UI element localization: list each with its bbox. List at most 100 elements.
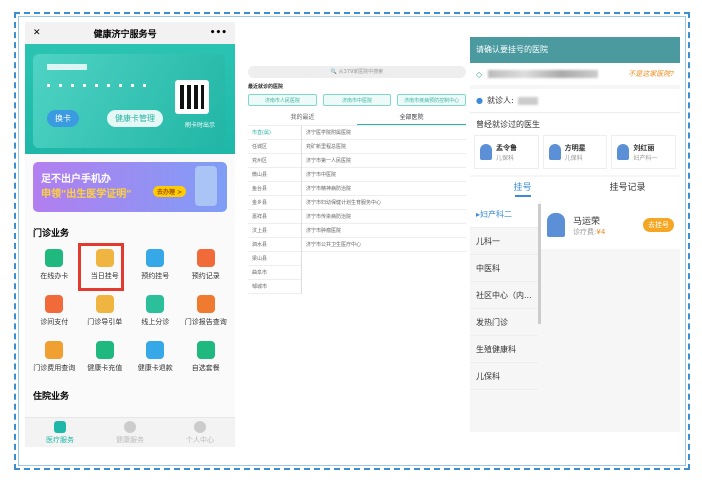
tab-register-records[interactable]: 挂号记录	[575, 177, 680, 201]
wechat-service-screen: ✕ 健康济宁服务号 ••• 换卡 健康卡管理 刷卡时出示 足不出户手机办 申领"…	[25, 22, 235, 447]
doctor-name: 马运荣	[573, 216, 601, 227]
service-icon	[146, 341, 165, 359]
district-item[interactable]: 邹城市	[248, 280, 301, 294]
hospital-select-screen: 🔍 从379家医院中搜索 最近就诊的医院 济南市人民医院 济南市中医院 济南市疾…	[248, 66, 466, 306]
department-item[interactable]: 生殖健康科	[470, 336, 538, 363]
department-item[interactable]: 发热门诊	[470, 309, 538, 336]
service-icon	[45, 341, 64, 359]
district-item[interactable]: 兖州区	[248, 154, 301, 168]
district-item[interactable]: 梁山县	[248, 252, 301, 266]
hospital-item[interactable]: 济宁市妇幼保健计划生育服务中心	[302, 196, 466, 210]
doctor-dept: 妇产科一	[633, 154, 658, 162]
tab-health-services[interactable]: 健康服务	[95, 418, 165, 447]
district-item[interactable]: 鱼台县	[248, 182, 301, 196]
service-icon	[146, 249, 165, 267]
service-label: 门诊费用查询	[33, 364, 76, 372]
department-item[interactable]: 社区中心（内...	[470, 282, 538, 309]
patient-name-blurred	[517, 96, 538, 105]
person-icon: ●	[476, 96, 483, 105]
hospital-item[interactable]: 兖矿新里程总医院	[302, 140, 466, 154]
visited-doctor-card[interactable]: 方明星 儿保科	[542, 135, 608, 169]
qr-label: 刷卡时出示	[184, 122, 215, 129]
doctor-avatar-icon	[548, 144, 561, 160]
district-item[interactable]: 微山县	[248, 168, 301, 182]
tab-medical-services[interactable]: 医疗服务	[25, 418, 95, 447]
service-item[interactable]: 健康卡退款	[130, 341, 181, 373]
service-icon	[196, 295, 215, 313]
service-item[interactable]: 自选套餐	[181, 341, 232, 373]
doctor-row[interactable]: 马运荣 诊疗费:¥4 去挂号	[541, 201, 680, 249]
service-icon	[45, 295, 64, 313]
service-item[interactable]: 线上分诊	[130, 295, 181, 327]
recent-hospital-button[interactable]: 济南市人民医院	[248, 94, 317, 106]
hospital-item[interactable]: 济宁市中医院	[302, 168, 466, 182]
register-button[interactable]: 去挂号	[643, 218, 674, 232]
inpatient-section-title: 住院业务	[33, 392, 70, 402]
user-icon	[194, 421, 206, 433]
district-item[interactable]: 曲阜市	[248, 266, 301, 280]
department-item[interactable]: 儿保科	[470, 363, 538, 390]
district-item[interactable]: 泗水县	[248, 238, 301, 252]
patient-row[interactable]: ● 就诊人:	[470, 89, 680, 113]
close-icon[interactable]: ✕	[33, 28, 41, 38]
doctor-avatar-icon	[617, 144, 630, 160]
bottom-tab-bar: 医疗服务 健康服务 个人中心	[25, 417, 235, 447]
more-icon[interactable]: •••	[210, 28, 227, 38]
service-label: 自选套餐	[191, 364, 220, 372]
hospital-item[interactable]: 济宁市公共卫生医疗中心	[302, 238, 466, 252]
page-title: 健康济宁服务号	[93, 29, 157, 40]
hospital-list: 济宁医学院附属医院 兖矿新里程总医院 济宁市第一人民医院 济宁市中医院 济宁市精神病防治…	[302, 126, 466, 294]
district-item[interactable]: 汶上县	[248, 224, 301, 238]
hospital-item[interactable]: 济宁市第一人民医院	[302, 154, 466, 168]
qr-code-icon[interactable]	[175, 80, 209, 114]
patient-label: 就诊人:	[486, 96, 514, 105]
service-icon	[196, 249, 215, 267]
service-item[interactable]: 健康卡充值	[80, 341, 131, 373]
banner-cta[interactable]: 去办理 >	[153, 186, 187, 197]
visited-doctor-card[interactable]: 刘红丽 妇产科一	[611, 135, 677, 169]
department-item[interactable]: ▸妇产科二	[470, 201, 538, 228]
doctor-avatar-icon	[480, 144, 492, 160]
visited-doctor-card[interactable]: 孟令鲁 儿保科	[474, 135, 539, 169]
doctor-name: 刘红丽	[633, 143, 655, 152]
change-hospital-link[interactable]: 不是这家医院?	[628, 69, 674, 79]
service-item[interactable]: 在线办卡	[29, 249, 80, 281]
hospital-item[interactable]: 济宁市肿瘤医院	[302, 224, 466, 238]
service-item[interactable]: 当日挂号	[77, 243, 131, 291]
birth-cert-banner[interactable]: 足不出户手机办 申领"出生医学证明" 去办理 >	[33, 162, 227, 212]
service-item[interactable]: 门诊费用查询	[29, 341, 80, 373]
hospital-item[interactable]: 济宁医学院附属医院	[302, 126, 466, 140]
service-label: 线上分诊	[141, 318, 170, 326]
service-item[interactable]: 门诊报告查询	[181, 295, 232, 327]
service-item[interactable]: 门诊导引单	[80, 295, 131, 327]
district-item[interactable]: 嘉祥县	[248, 210, 301, 224]
phone-icon	[195, 166, 217, 206]
tab-all-hospitals[interactable]: 全部医院	[357, 110, 466, 125]
hospital-item[interactable]: 济宁市精神病防治院	[302, 182, 466, 196]
banner-line2: 申领"出生医学证明"	[41, 189, 132, 200]
district-item[interactable]: 金乡县	[248, 196, 301, 210]
service-label: 门诊导引单	[87, 318, 123, 326]
recent-label: 最近就诊的医院	[248, 84, 284, 90]
hospital-search-input[interactable]: 🔍 从379家医院中搜索	[248, 66, 466, 78]
recent-hospital-button[interactable]: 济南市中医院	[322, 94, 392, 106]
doctor-fee: ¥4	[596, 227, 606, 236]
service-item[interactable]: 预约挂号	[130, 249, 181, 281]
tab-personal-center[interactable]: 个人中心	[165, 418, 235, 447]
recent-hospital-button[interactable]: 济南市疾病预防控制中心	[397, 94, 466, 106]
district-list: 市直(属) 任城区 兖州区 微山县 鱼台县 金乡县 嘉祥县 汶上县 泗水县 梁山县 曲阜市 邹城市	[248, 126, 302, 294]
district-item[interactable]: 任城区	[248, 140, 301, 154]
switch-card-button[interactable]: 换卡	[47, 110, 79, 127]
card-manage-button[interactable]: 健康卡管理	[107, 110, 163, 127]
tab-recent[interactable]: 我的最近	[248, 110, 357, 125]
district-item[interactable]: 市直(属)	[248, 126, 301, 140]
tab-register[interactable]: 挂号	[470, 177, 575, 201]
department-item[interactable]: 中医科	[470, 255, 538, 282]
title-bar: ✕ 健康济宁服务号 •••	[25, 22, 235, 44]
service-item[interactable]: 预约记录	[181, 249, 232, 281]
hospital-item[interactable]: 济宁市传染病防治院	[302, 210, 466, 224]
department-item[interactable]: 儿科一	[470, 228, 538, 255]
service-item[interactable]: 诊间支付	[29, 295, 80, 327]
doctor-name: 方明星	[564, 143, 586, 152]
health-card[interactable]: 换卡 健康卡管理 刷卡时出示	[33, 54, 225, 148]
